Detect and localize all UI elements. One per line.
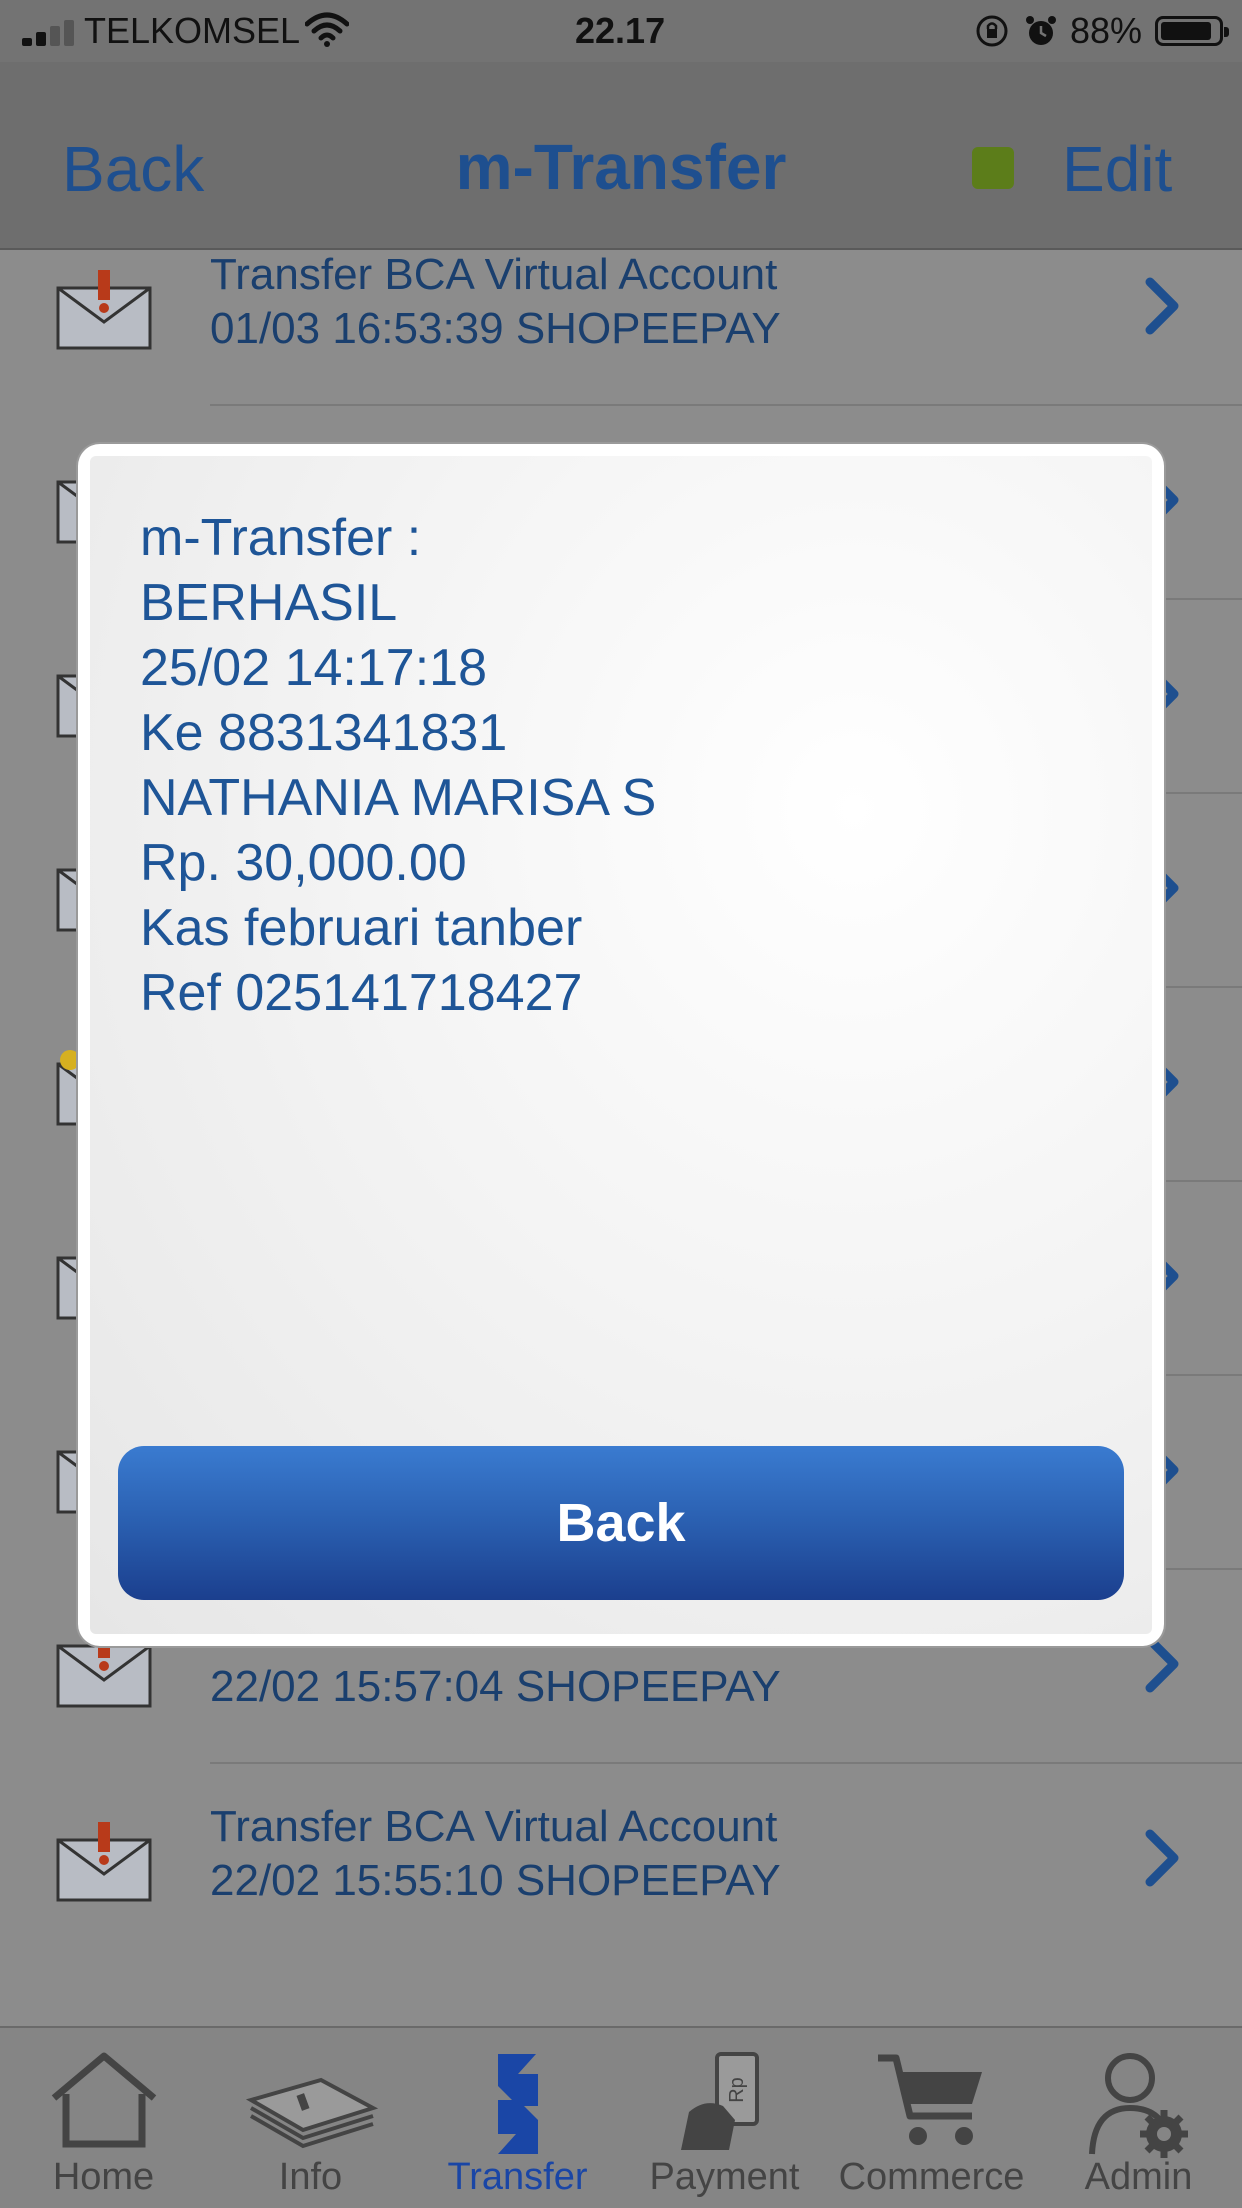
message-line: Rp. 30,000.00 [140, 834, 467, 892]
tab-transfer[interactable]: Transfer [414, 2028, 621, 2208]
clock: 22.17 [575, 10, 666, 51]
list-item[interactable]: Transfer BCA Virtual Account 22/02 15:55… [0, 1764, 1242, 1958]
message-line: 25/02 14:17:18 [140, 639, 487, 697]
tab-label: Commerce [838, 2156, 1025, 2198]
page-title: m-Transfer [455, 131, 787, 203]
list-item-title: Transfer BCA Virtual Account [210, 1802, 778, 1851]
home-icon [51, 2052, 156, 2148]
tab-admin[interactable]: Admin [1035, 2028, 1242, 2208]
info-icon [245, 2077, 378, 2149]
dialog-message: m-Transfer : BERHASIL 25/02 14:17:18 Ke … [140, 506, 656, 1026]
signal-icon [22, 20, 78, 46]
list-item-subtitle: 22/02 15:57:04 SHOPEEPAY [210, 1662, 781, 1711]
alarm-icon [1026, 16, 1056, 45]
tab-label: Payment [649, 2156, 800, 2198]
result-dialog: m-Transfer : BERHASIL 25/02 14:17:18 Ke … [78, 444, 1164, 1646]
edit-button[interactable]: Edit [1062, 132, 1172, 206]
carrier-name: TELKOMSEL [84, 10, 301, 51]
dialog-body: m-Transfer : BERHASIL 25/02 14:17:18 Ke … [90, 456, 1152, 1634]
tab-commerce[interactable]: Commerce [828, 2028, 1035, 2208]
list-item[interactable]: Transfer BCA Virtual Account 01/03 16:53… [0, 250, 1242, 406]
wifi-icon [305, 12, 349, 47]
message-line: m-Transfer : [140, 509, 422, 567]
list-item-subtitle: 01/03 16:53:39 SHOPEEPAY [210, 304, 781, 353]
status-indicator [972, 147, 1014, 189]
chevron-right-icon [1145, 1829, 1179, 1887]
battery-icon [1155, 16, 1229, 46]
list-item-subtitle: 22/02 15:55:10 SHOPEEPAY [210, 1856, 781, 1905]
svg-text:Rp: Rp [726, 2077, 748, 2103]
cart-icon [877, 2054, 982, 2145]
list-item-title: Transfer BCA Virtual Account [210, 250, 778, 299]
message-line: Ke 8831341831 [140, 704, 508, 762]
tab-label: Home [52, 2156, 155, 2198]
mail-alert-icon [56, 270, 152, 350]
dialog-back-button[interactable]: Back [118, 1446, 1124, 1600]
mail-alert-icon [56, 1822, 152, 1902]
tab-label: Admin [1084, 2156, 1193, 2198]
tab-payment[interactable]: Rp Payment [621, 2028, 828, 2208]
tab-bar: Home Info Transfer Rp Payment Commerce A… [0, 2026, 1242, 2208]
tab-label: Info [278, 2156, 343, 2198]
admin-icon [1088, 2053, 1188, 2158]
transfer-icon [497, 2054, 538, 2154]
battery-percent: 88% [1070, 10, 1143, 51]
payment-icon: Rp [680, 2052, 759, 2150]
orientation-lock-icon [976, 15, 1008, 47]
tab-home[interactable]: Home [0, 2028, 207, 2208]
message-line: NATHANIA MARISA S [140, 769, 657, 827]
message-line: Kas februari tanber [140, 899, 583, 957]
message-line: BERHASIL [140, 574, 398, 632]
status-bar: TELKOMSEL 22.17 88% [0, 0, 1242, 62]
message-line: Ref 025141718427 [140, 964, 583, 1022]
nav-bar: Back m-Transfer Edit [0, 62, 1242, 250]
tab-info[interactable]: Info [207, 2028, 414, 2208]
chevron-right-icon [1145, 277, 1179, 335]
tab-label: Transfer [447, 2156, 588, 2198]
